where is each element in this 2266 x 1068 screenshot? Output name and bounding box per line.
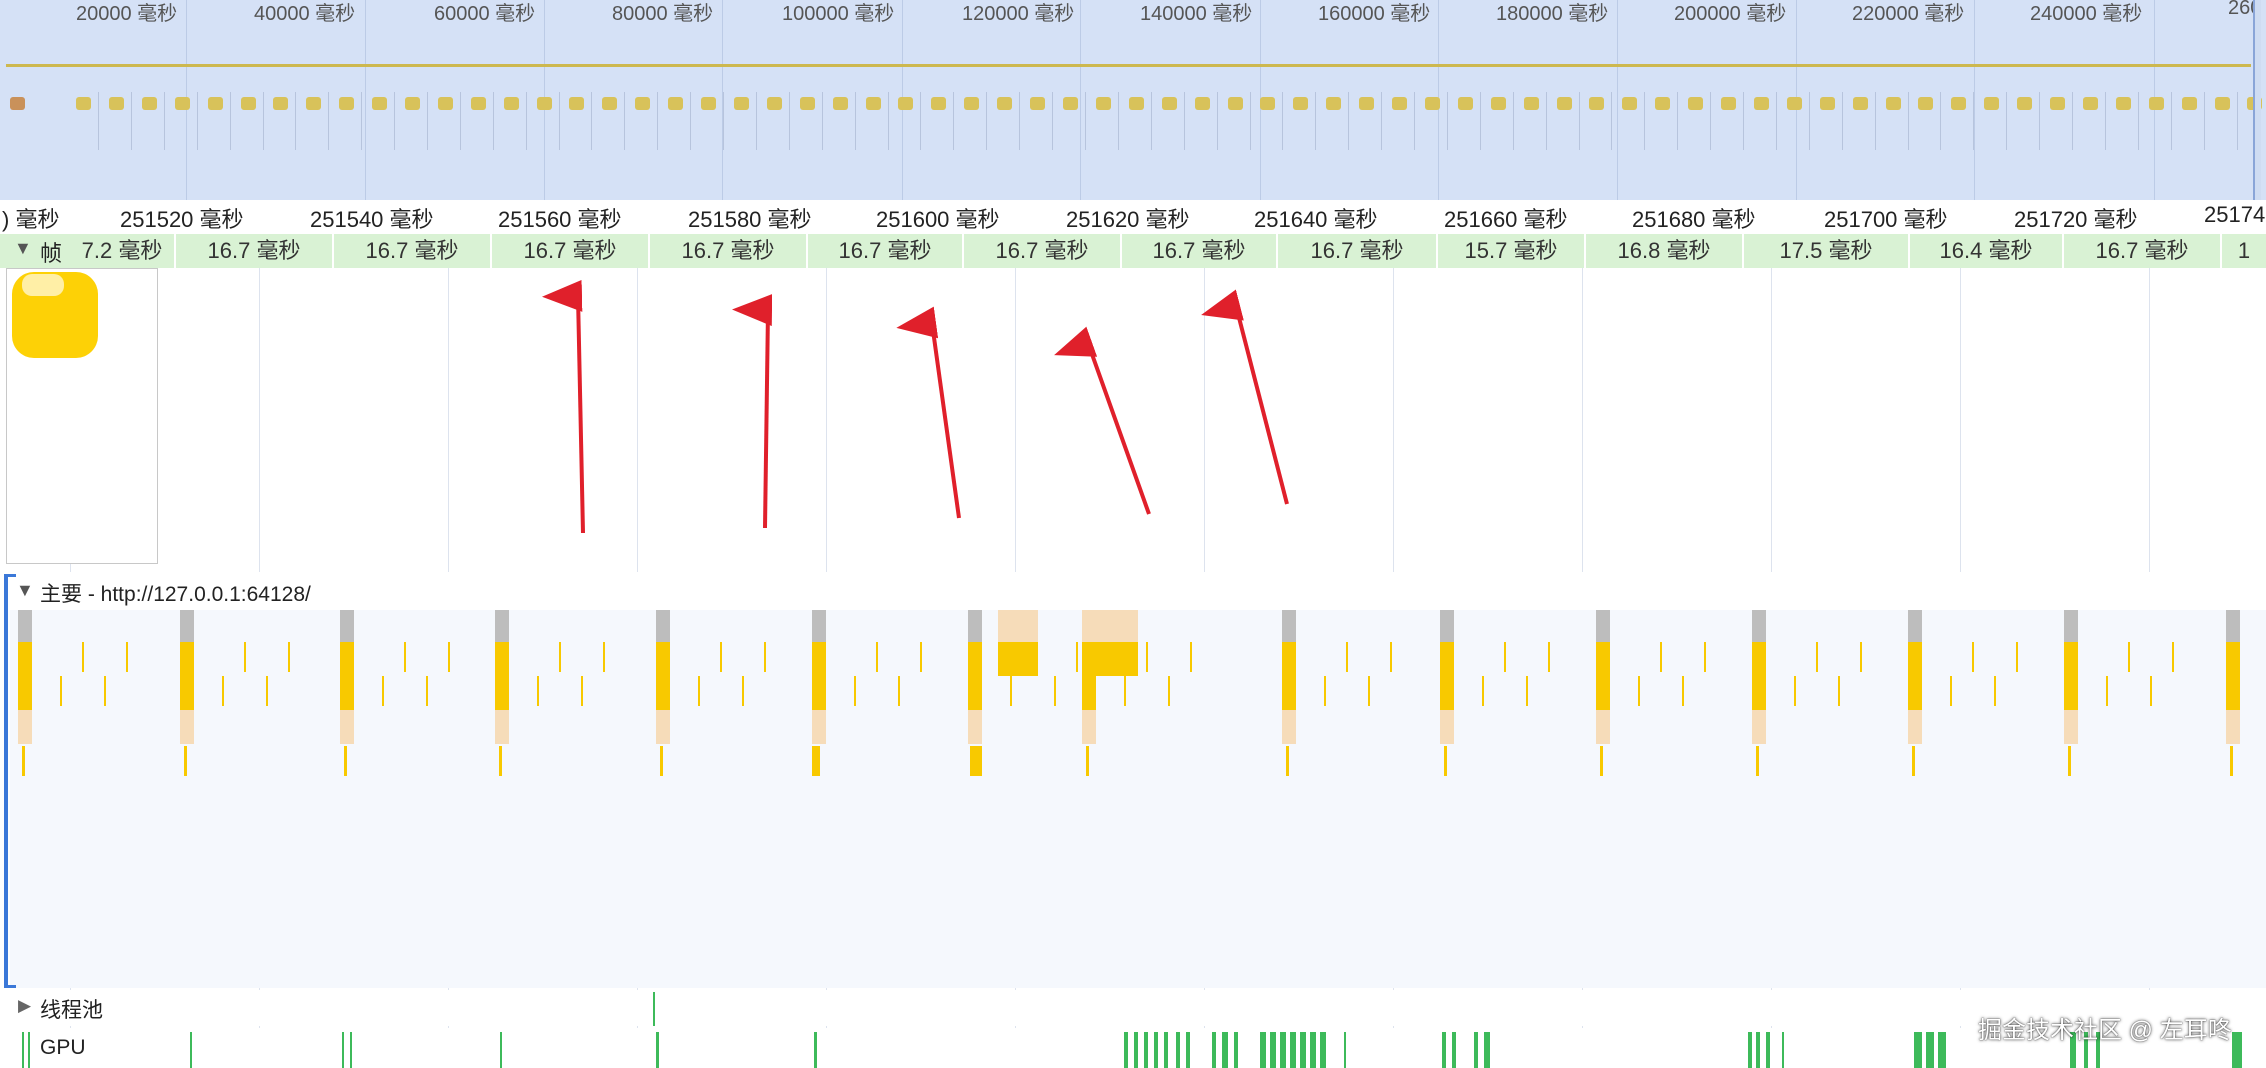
red-arrow-annotation [542, 279, 585, 534]
red-arrow-annotation [1054, 326, 1151, 515]
red-arrow-annotation [896, 306, 961, 519]
annotation-layer [542, 279, 1289, 534]
red-arrow-annotation [542, 279, 1289, 534]
red-arrow-annotation [732, 294, 773, 529]
watermark: 掘金技术社区 @ 左耳咚 [1978, 1017, 2232, 1044]
red-arrow-annotation [1201, 289, 1289, 505]
